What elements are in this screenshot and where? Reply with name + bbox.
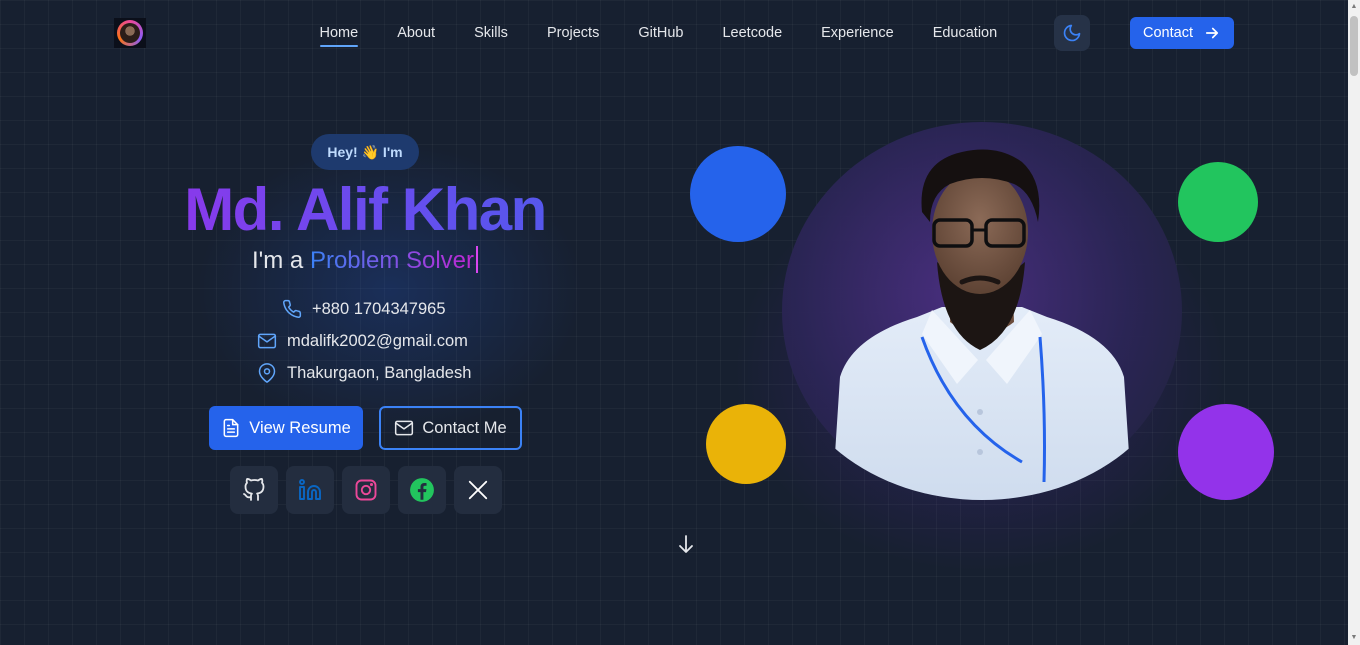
contact-me-button[interactable]: Contact Me [379,406,522,450]
decor-dot-purple [1178,404,1274,500]
hero-name: Md. Alif Khan [120,178,610,242]
facebook-icon [410,478,434,502]
location-row: Thakurgaon, Bangladesh [257,363,471,383]
phone-icon [283,299,302,318]
nav-link-about[interactable]: About [378,25,455,41]
role-line: I'm a Problem Solver [120,244,610,278]
instagram-icon [355,479,377,501]
view-resume-button[interactable]: View Resume [209,406,363,450]
scroll-down-button[interactable] [676,533,696,555]
scrollbar-thumb[interactable] [1350,16,1358,76]
social-facebook-button[interactable] [398,466,446,514]
role-word: Problem Solver [309,247,474,274]
location-text: Thakurgaon, Bangladesh [287,363,472,382]
nav-link-projects[interactable]: Projects [527,25,618,41]
top-navbar: Home About Skills Projects GitHub Leetco… [0,0,1348,66]
decor-dot-blue [690,146,786,242]
page-scrollbar[interactable]: ▲ ▼ [1348,0,1360,645]
phone-text: +880 1704347965 [312,299,446,318]
file-text-icon [223,418,239,438]
profile-photo [782,122,1182,500]
theme-toggle-button[interactable] [1054,15,1090,51]
nav-link-skills[interactable]: Skills [455,25,528,41]
scroll-up-arrow-icon[interactable]: ▲ [1350,2,1358,12]
nav-link-home[interactable]: Home [300,25,378,47]
site-logo[interactable] [114,18,146,48]
mail-icon [257,333,277,349]
nav-contact-button[interactable]: Contact [1130,17,1234,49]
logo-avatar-ring [117,20,143,46]
nav-link-education[interactable]: Education [913,25,1017,41]
social-instagram-button[interactable] [342,466,390,514]
person-portrait-icon [832,149,1132,500]
role-prefix: I'm a [252,247,310,274]
nav-link-github[interactable]: GitHub [619,25,703,41]
view-resume-label: View Resume [249,418,351,437]
social-linkedin-button[interactable] [286,466,334,514]
email-text: mdalifk2002@gmail.com [287,331,468,350]
decor-dot-yellow [706,404,786,484]
map-pin-icon [258,363,276,383]
arrow-right-icon [1205,27,1219,39]
decor-dot-green [1178,162,1258,242]
linkedin-icon [299,479,321,500]
nav-contact-label: Contact [1143,25,1193,41]
contact-me-label: Contact Me [422,418,507,437]
x-icon [468,480,488,500]
arrow-down-icon [679,535,693,553]
github-icon [243,478,265,501]
scroll-down-arrow-icon[interactable]: ▼ [1350,633,1358,643]
nav-links: Home About Skills Projects GitHub Leetco… [300,0,1017,66]
greeting-badge: Hey! 👋 I'm [311,134,419,170]
mail-icon [395,420,414,436]
social-github-button[interactable] [230,466,278,514]
nav-link-experience[interactable]: Experience [802,25,914,41]
typing-caret [476,246,478,273]
social-x-button[interactable] [454,466,502,514]
logo-avatar-icon [120,23,140,43]
phone-row: +880 1704347965 [282,299,446,319]
email-row: mdalifk2002@gmail.com [257,331,468,351]
nav-link-leetcode[interactable]: Leetcode [703,25,802,41]
moon-icon [1063,24,1081,42]
